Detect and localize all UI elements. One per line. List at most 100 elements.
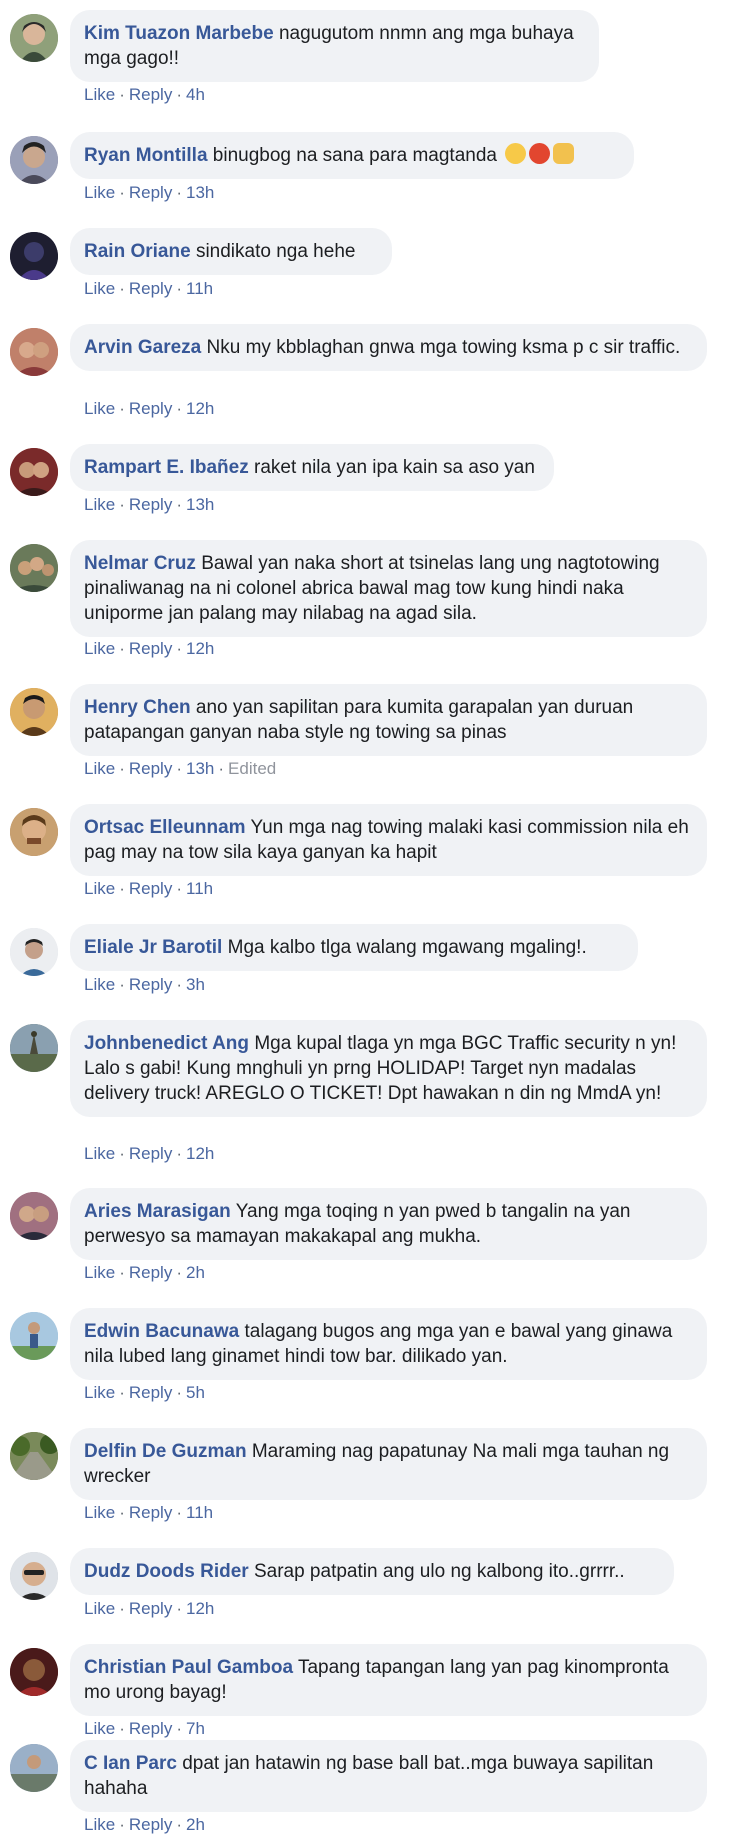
like-button[interactable]: Like bbox=[84, 1599, 115, 1618]
like-button[interactable]: Like bbox=[84, 495, 115, 514]
separator: · bbox=[176, 1263, 182, 1282]
separator: · bbox=[119, 639, 125, 658]
avatar[interactable] bbox=[10, 448, 58, 496]
avatar[interactable] bbox=[10, 1552, 58, 1600]
separator: · bbox=[176, 399, 182, 418]
reply-button[interactable]: Reply bbox=[129, 1599, 172, 1618]
comment-author[interactable]: Rampart E. Ibañez bbox=[84, 457, 249, 478]
like-button[interactable]: Like bbox=[84, 399, 115, 418]
comment-actions: Like · Reply · 11h bbox=[84, 1502, 213, 1524]
avatar[interactable] bbox=[10, 544, 58, 592]
avatar-image bbox=[10, 1648, 58, 1696]
reply-button[interactable]: Reply bbox=[129, 759, 172, 778]
like-button[interactable]: Like bbox=[84, 975, 115, 994]
comment-time[interactable]: 12h bbox=[186, 639, 214, 658]
comment-bubble: C Ian Parc dpat jan hatawin ng base ball… bbox=[70, 1740, 707, 1812]
avatar[interactable] bbox=[10, 1192, 58, 1240]
comment-time[interactable]: 13h bbox=[186, 759, 214, 778]
like-button[interactable]: Like bbox=[84, 183, 115, 202]
comment-time[interactable]: 12h bbox=[186, 1144, 214, 1163]
comment-author[interactable]: Delfin De Guzman bbox=[84, 1441, 247, 1462]
like-button[interactable]: Like bbox=[84, 879, 115, 898]
comment-time[interactable]: 13h bbox=[186, 495, 214, 514]
comment-author[interactable]: Ortsac Elleunnam bbox=[84, 817, 246, 838]
like-button[interactable]: Like bbox=[84, 1144, 115, 1163]
reply-button[interactable]: Reply bbox=[129, 183, 172, 202]
avatar[interactable] bbox=[10, 328, 58, 376]
avatar-image bbox=[10, 808, 58, 856]
comment-author[interactable]: Dudz Doods Rider bbox=[84, 1561, 249, 1582]
like-button[interactable]: Like bbox=[84, 1815, 115, 1834]
like-button[interactable]: Like bbox=[84, 1503, 115, 1522]
like-button[interactable]: Like bbox=[84, 1719, 115, 1738]
comment-time[interactable]: 4h bbox=[186, 85, 205, 104]
comment-actions: Like · Reply · 13h · Edited bbox=[84, 758, 276, 780]
avatar[interactable] bbox=[10, 808, 58, 856]
avatar[interactable] bbox=[10, 1432, 58, 1480]
comment-author[interactable]: Christian Paul Gamboa bbox=[84, 1657, 293, 1678]
separator: · bbox=[119, 1263, 125, 1282]
comment-time[interactable]: 5h bbox=[186, 1383, 205, 1402]
avatar[interactable] bbox=[10, 14, 58, 62]
comment-time[interactable]: 11h bbox=[186, 1503, 213, 1522]
comment-author[interactable]: Eliale Jr Barotil bbox=[84, 937, 222, 958]
edited-label[interactable]: Edited bbox=[228, 759, 276, 778]
avatar[interactable] bbox=[10, 136, 58, 184]
avatar[interactable] bbox=[10, 232, 58, 280]
reply-button[interactable]: Reply bbox=[129, 639, 172, 658]
reply-button[interactable]: Reply bbox=[129, 399, 172, 418]
reply-button[interactable]: Reply bbox=[129, 879, 172, 898]
comment-author[interactable]: Henry Chen bbox=[84, 697, 191, 718]
avatar-image bbox=[10, 14, 58, 62]
reply-button[interactable]: Reply bbox=[129, 975, 172, 994]
like-button[interactable]: Like bbox=[84, 1383, 115, 1402]
comment-actions: Like · Reply · 7h bbox=[84, 1718, 205, 1740]
comment-author[interactable]: Ryan Montilla bbox=[84, 145, 208, 166]
avatar[interactable] bbox=[10, 688, 58, 736]
comment-time[interactable]: 2h bbox=[186, 1263, 205, 1282]
avatar[interactable] bbox=[10, 1312, 58, 1360]
comment-author[interactable]: Aries Marasigan bbox=[84, 1201, 231, 1222]
comment-time[interactable]: 12h bbox=[186, 399, 214, 418]
comment-bubble: Rain Oriane sindikato nga hehe bbox=[70, 228, 392, 275]
reply-button[interactable]: Reply bbox=[129, 1144, 172, 1163]
comment-author[interactable]: Arvin Gareza bbox=[84, 337, 201, 358]
avatar[interactable] bbox=[10, 1744, 58, 1792]
comment-author[interactable]: Nelmar Cruz bbox=[84, 553, 196, 574]
like-button[interactable]: Like bbox=[84, 759, 115, 778]
reply-button[interactable]: Reply bbox=[129, 1383, 172, 1402]
comment-actions: Like · Reply · 12h bbox=[84, 638, 214, 660]
reply-button[interactable]: Reply bbox=[129, 1503, 172, 1522]
comment-time[interactable]: 11h bbox=[186, 279, 213, 298]
comment-time[interactable]: 2h bbox=[186, 1815, 205, 1834]
like-button[interactable]: Like bbox=[84, 279, 115, 298]
avatar-image bbox=[10, 448, 58, 496]
comment-time[interactable]: 7h bbox=[186, 1719, 205, 1738]
comment-author[interactable]: Kim Tuazon Marbebe bbox=[84, 23, 274, 44]
comment-author[interactable]: Edwin Bacunawa bbox=[84, 1321, 239, 1342]
comment-time[interactable]: 12h bbox=[186, 1599, 214, 1618]
like-button[interactable]: Like bbox=[84, 639, 115, 658]
avatar[interactable] bbox=[10, 1648, 58, 1696]
reply-button[interactable]: Reply bbox=[129, 1263, 172, 1282]
separator: · bbox=[119, 1503, 125, 1522]
reply-button[interactable]: Reply bbox=[129, 1719, 172, 1738]
avatar[interactable] bbox=[10, 1024, 58, 1072]
comment-author[interactable]: C Ian Parc bbox=[84, 1753, 177, 1774]
comment-time[interactable]: 3h bbox=[186, 975, 205, 994]
avatar[interactable] bbox=[10, 928, 58, 976]
comment-author[interactable]: Johnbenedict Ang bbox=[84, 1033, 249, 1054]
comment-actions: Like · Reply · 12h bbox=[84, 398, 214, 420]
reply-button[interactable]: Reply bbox=[129, 1815, 172, 1834]
comment-actions: Like · Reply · 11h bbox=[84, 278, 213, 300]
comment-author[interactable]: Rain Oriane bbox=[84, 241, 191, 262]
comment-time[interactable]: 13h bbox=[186, 183, 214, 202]
avatar-image bbox=[10, 232, 58, 280]
comment-time[interactable]: 11h bbox=[186, 879, 213, 898]
reply-button[interactable]: Reply bbox=[129, 279, 172, 298]
like-button[interactable]: Like bbox=[84, 85, 115, 104]
separator: · bbox=[176, 759, 182, 778]
reply-button[interactable]: Reply bbox=[129, 85, 172, 104]
reply-button[interactable]: Reply bbox=[129, 495, 172, 514]
like-button[interactable]: Like bbox=[84, 1263, 115, 1282]
